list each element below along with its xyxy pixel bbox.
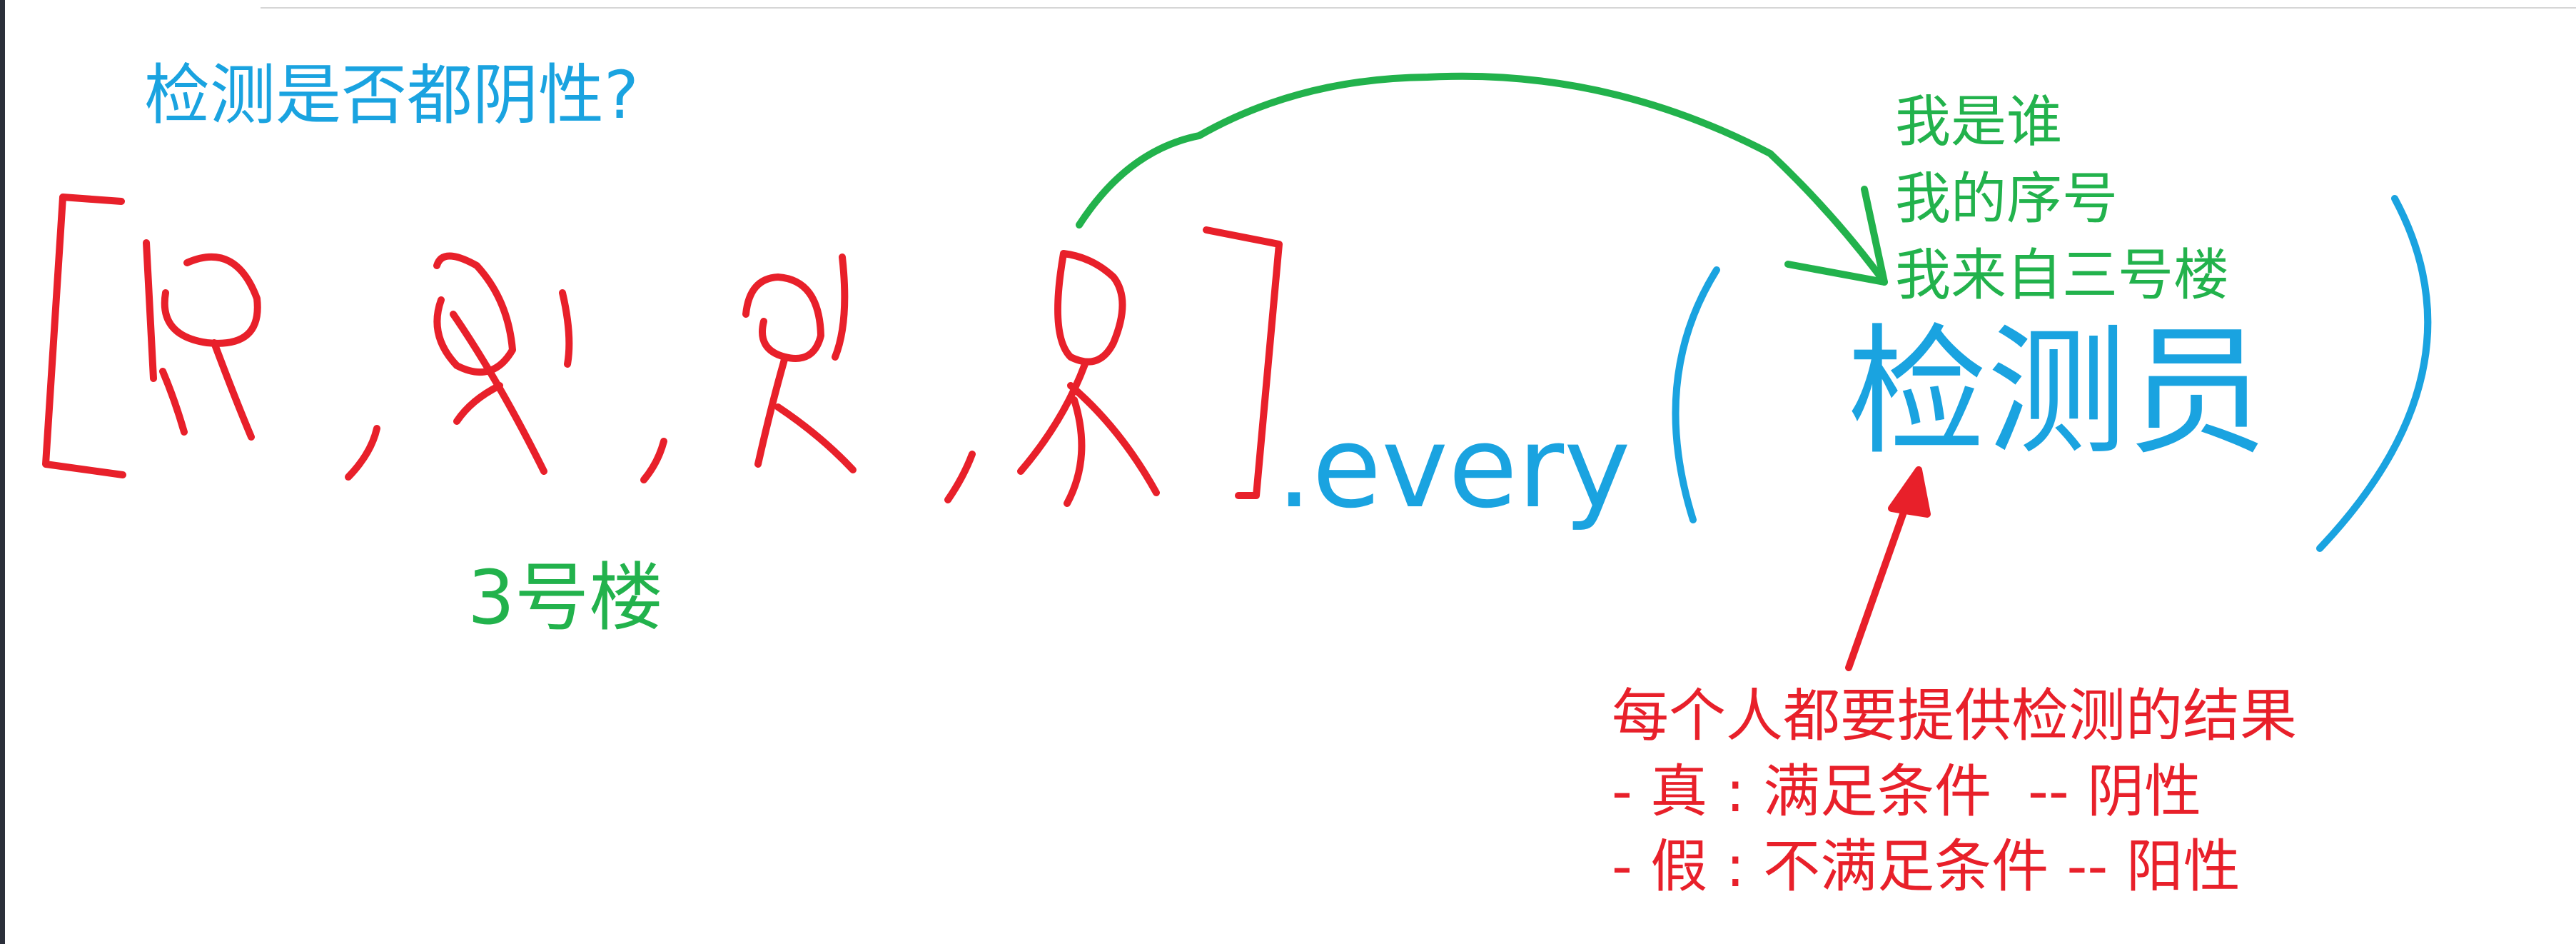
param-item: 我是谁 [1895,90,2063,154]
red-arrow [1845,466,1931,671]
callback-params: 我是谁 我的序号 我来自三号楼 [1895,84,2229,315]
result-line: - 假 : 不满足条件 -- 阳性 [1612,833,2241,900]
figure-3-leg [774,403,857,473]
left-paren [1672,266,1720,523]
figure-4-head [1054,250,1126,366]
right-bracket [1203,226,1283,499]
array-label: 3号楼 [468,554,664,641]
figure-3-side [832,253,849,361]
figure-2-head [433,252,516,376]
comma-2 [640,438,667,483]
figure-2-leg [450,311,547,475]
figure-4-leg [1064,396,1086,507]
red-array-sketch [42,194,1283,507]
comma-3 [944,451,976,503]
comma-1 [345,425,380,481]
figure-2-side [559,289,573,368]
result-heading: 每个人都要提供检测的结果 [1612,683,2297,749]
right-paren [2316,195,2432,552]
green-arrow [1076,72,1888,286]
figure-3-head [742,273,824,362]
figure-1-leg [211,339,255,441]
left-bracket [42,194,126,478]
figure-2-arm [453,382,503,425]
figure-1-head [161,253,261,347]
figure-1-body [143,239,157,382]
result-note: 每个人都要提供检测的结果 - 真 : 满足条件 -- 阴性 - 假 : 不满足条… [1612,678,2297,905]
param-item: 我的序号 [1895,166,2118,231]
param-item: 我来自三号楼 [1895,243,2230,308]
figure-1-arm [159,368,188,436]
result-line: - 真 : 满足条件 -- 阴性 [1612,758,2202,825]
every-method: .every [1276,402,1631,533]
callback-label: 检测员 [1847,311,2268,474]
